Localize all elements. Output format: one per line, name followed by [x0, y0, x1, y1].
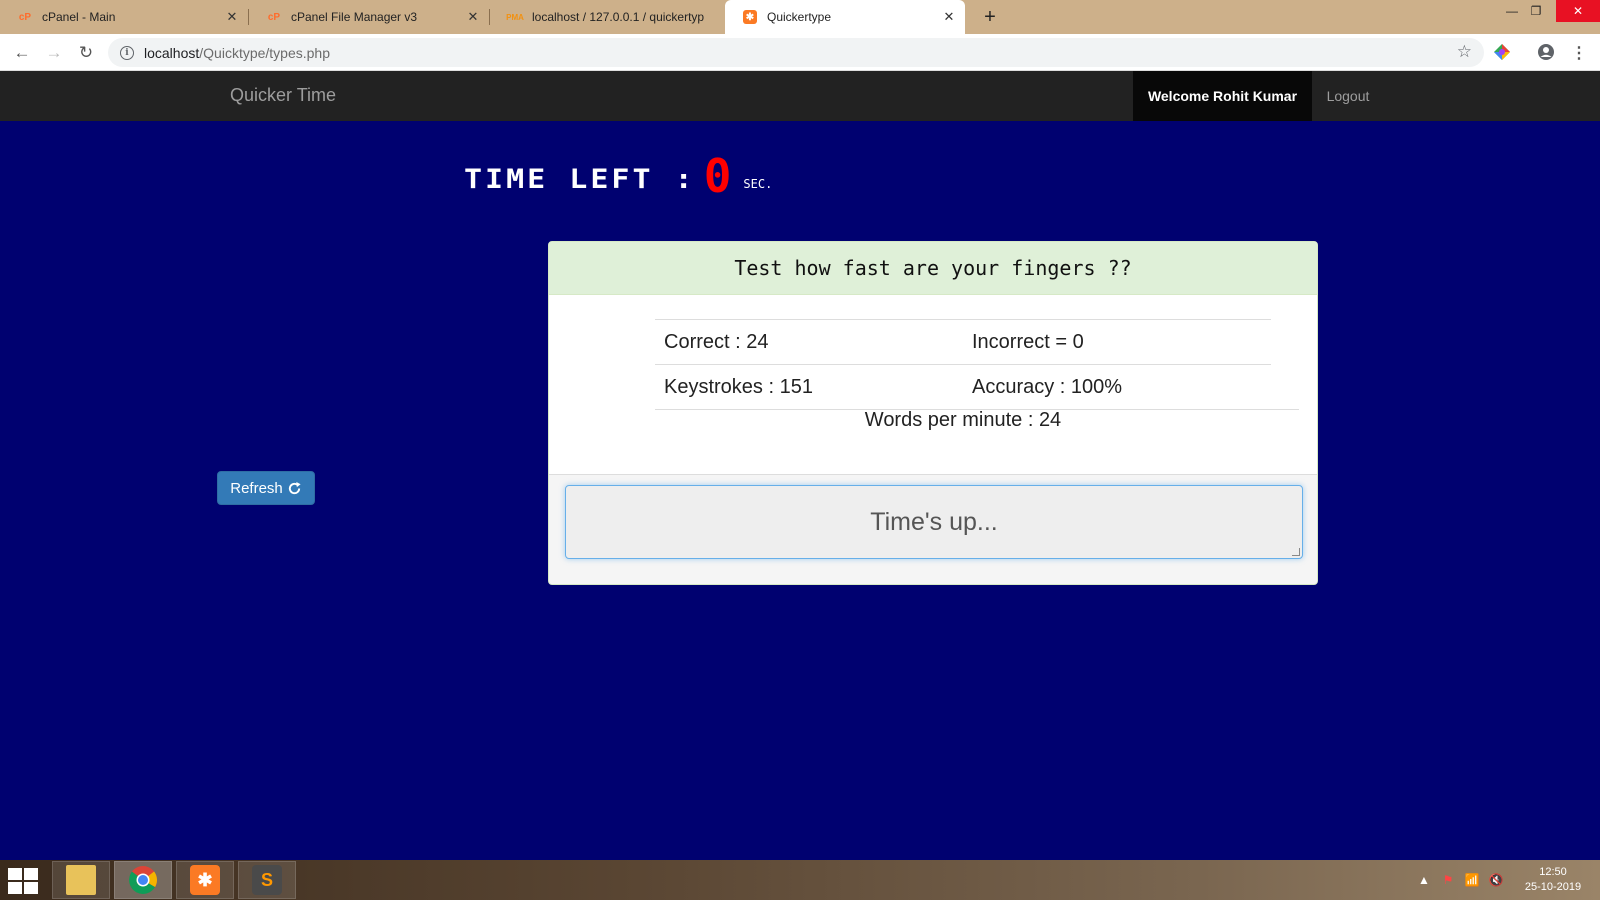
- windows-start-icon[interactable]: [8, 868, 40, 894]
- taskbar-xampp[interactable]: ✱: [176, 861, 234, 899]
- taskbar-file-explorer[interactable]: [52, 861, 110, 899]
- browser-tab[interactable]: cP cPanel File Manager v3 ✕: [249, 0, 489, 34]
- cpanel-icon: cP: [267, 11, 281, 23]
- profile-icon[interactable]: [1537, 43, 1555, 61]
- browser-toolbar: ← → ↻ i localhost/Quicktype/types.php ☆ …: [0, 34, 1600, 71]
- site-info-icon[interactable]: i: [120, 45, 134, 60]
- panel-footer: Time's up...: [549, 474, 1317, 584]
- logout-link[interactable]: Logout: [1312, 71, 1384, 121]
- xampp-icon: ✱: [190, 865, 220, 895]
- browser-tab-active[interactable]: ✱ Quickertype ✕: [725, 0, 965, 34]
- url-host: localhost: [144, 44, 200, 61]
- brand-link[interactable]: Quicker Time: [230, 85, 336, 106]
- time-unit: SEC.: [743, 177, 773, 191]
- xampp-icon: ✱: [743, 10, 757, 24]
- start-icon-pane: [8, 868, 22, 880]
- action-center-flag-icon[interactable]: ⚑: [1440, 872, 1456, 888]
- restore-icon[interactable]: ❐: [1514, 0, 1558, 22]
- panel-heading: Test how fast are your fingers ??: [549, 242, 1317, 295]
- start-icon-pane: [24, 868, 38, 880]
- forward-icon[interactable]: →: [43, 42, 65, 64]
- tab-title: localhost / 127.0.0.1 / quickertyp: [532, 10, 705, 24]
- clock-date: 25-10-2019: [1524, 881, 1582, 893]
- tab-title: Quickertype: [767, 10, 832, 24]
- url-path: /Quicktype/types.php: [199, 44, 331, 61]
- incorrect-count: Incorrect = 0: [972, 330, 1084, 353]
- typing-test-panel: Test how fast are your fingers ?? Correc…: [548, 241, 1318, 585]
- words-per-minute: Words per minute : 24: [864, 409, 1062, 431]
- window-close-icon[interactable]: ✕: [1556, 0, 1600, 22]
- accuracy-value: Accuracy : 100%: [972, 375, 1123, 398]
- color-extension-icon[interactable]: [1493, 43, 1511, 61]
- refresh-icon: [288, 481, 301, 494]
- start-icon-pane: [8, 882, 22, 894]
- welcome-user-link[interactable]: Welcome Rohit Kumar: [1133, 71, 1312, 121]
- time-left-label: TIME LEFT :: [464, 163, 696, 196]
- network-signal-icon[interactable]: 📶: [1464, 872, 1480, 888]
- correct-count: Correct : 24: [664, 330, 769, 353]
- typing-input[interactable]: Time's up...: [565, 485, 1303, 559]
- site-navbar: Quicker Time Welcome Rohit Kumar Logout: [0, 71, 1600, 121]
- bookmark-star-icon[interactable]: ☆: [1457, 42, 1472, 62]
- results-table: Correct : 24 Incorrect = 0 Keystrokes : …: [655, 319, 1299, 410]
- clock-time: 12:50: [1539, 866, 1567, 878]
- typing-input-text: Time's up...: [870, 507, 998, 536]
- show-hidden-icons-icon[interactable]: ▲: [1416, 872, 1432, 888]
- tab-title: cPanel File Manager v3: [291, 10, 418, 24]
- phpmyadmin-icon: PMA: [506, 12, 524, 22]
- system-clock[interactable]: 12:50 25-10-2019: [1518, 865, 1588, 895]
- table-row: Correct : 24 Incorrect = 0: [655, 319, 1271, 364]
- close-tab-icon[interactable]: ✕: [941, 9, 957, 25]
- url-text: localhost/Quicktype/types.php: [144, 45, 330, 61]
- chrome-icon: [129, 866, 157, 894]
- back-icon[interactable]: ←: [11, 42, 33, 64]
- taskbar-sublime[interactable]: S: [238, 861, 296, 899]
- windows-taskbar: ✱ S ▲ ⚑ 📶 🔇 12:50 25-10-2019: [0, 860, 1600, 900]
- sublime-text-icon: S: [252, 865, 282, 895]
- table-row: Keystrokes : 151 Accuracy : 100%: [655, 364, 1271, 409]
- refresh-label: Refresh: [230, 479, 283, 497]
- close-tab-icon[interactable]: ✕: [465, 9, 481, 25]
- browser-tab[interactable]: cP cPanel - Main ✕: [0, 0, 248, 34]
- time-left-value: 0: [703, 149, 732, 203]
- browser-tab-strip: cP cPanel - Main ✕ cP cPanel File Manage…: [0, 0, 1600, 34]
- folder-icon: [66, 865, 96, 895]
- menu-kebab-icon[interactable]: ⋮: [1568, 42, 1590, 64]
- refresh-button[interactable]: Refresh: [217, 471, 315, 505]
- browser-tab[interactable]: PMA localhost / 127.0.0.1 / quickertyp: [490, 0, 724, 34]
- start-icon-pane: [24, 882, 38, 894]
- volume-muted-icon[interactable]: 🔇: [1488, 872, 1504, 888]
- cpanel-icon: cP: [18, 11, 32, 23]
- time-left-display: TIME LEFT : 0 SEC.: [464, 150, 773, 199]
- taskbar-chrome[interactable]: [114, 861, 172, 899]
- reload-icon[interactable]: ↻: [75, 42, 97, 64]
- close-tab-icon[interactable]: ✕: [224, 9, 240, 25]
- tab-title: cPanel - Main: [42, 10, 116, 24]
- resize-handle[interactable]: [1292, 548, 1300, 556]
- address-bar[interactable]: i localhost/Quicktype/types.php ☆: [108, 38, 1484, 67]
- new-tab-icon[interactable]: +: [978, 5, 1002, 29]
- keystrokes-count: Keystrokes : 151: [664, 375, 813, 398]
